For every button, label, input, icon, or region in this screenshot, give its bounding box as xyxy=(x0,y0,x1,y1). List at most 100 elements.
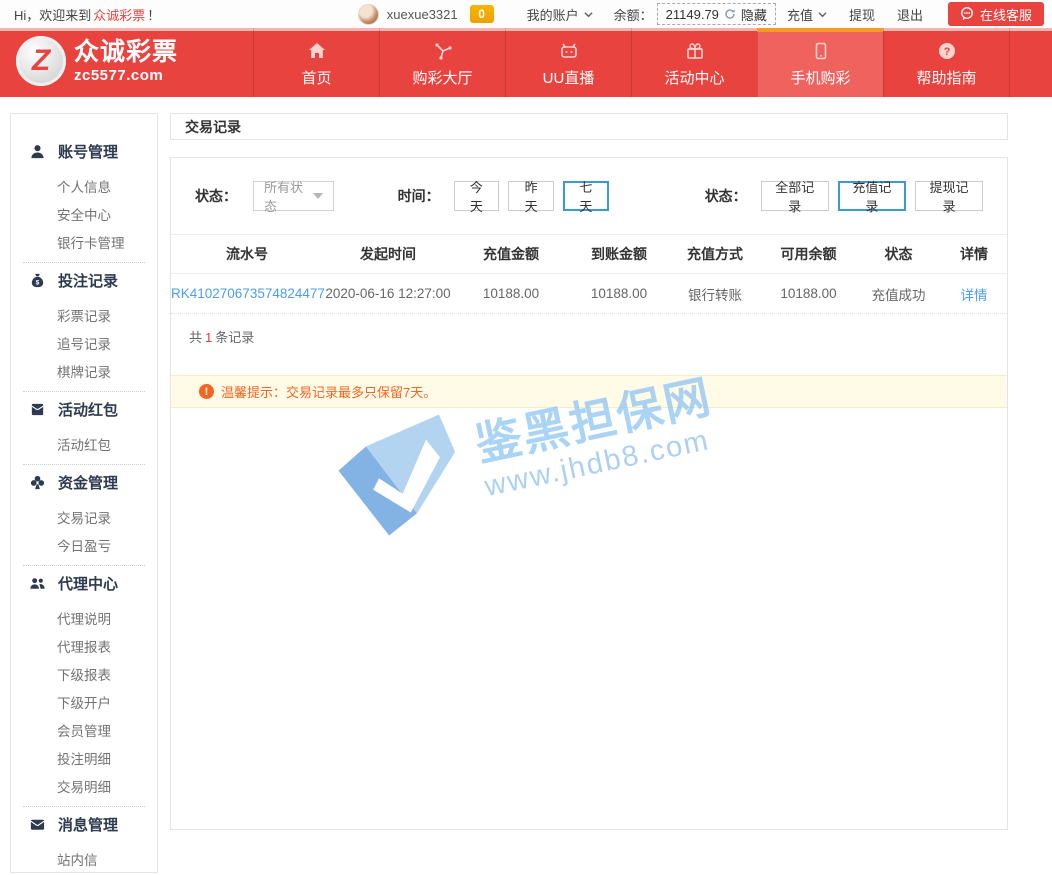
col-amount: 充值金额 xyxy=(453,244,569,264)
recharge-label: 充值 xyxy=(787,5,813,24)
time-today-button[interactable]: 今天 xyxy=(454,181,500,211)
status-dropdown-value: 所有状态 xyxy=(264,177,313,215)
logo-domain: zc5577.com xyxy=(74,68,178,83)
sidebar-section-title: 投注记录 xyxy=(58,270,118,291)
filter-row: 状态： 所有状态 时间： 今天 昨天 七天 状态： 全部记录 充值记录 提现记录 xyxy=(171,181,1007,211)
sidebar-item-chess-records[interactable]: 棋牌记录 xyxy=(11,359,157,387)
sidebar-section-title: 账号管理 xyxy=(58,141,118,162)
sidebar-section-funds: 资金管理 xyxy=(11,468,157,496)
divider xyxy=(23,464,145,465)
sidebar-item-transaction-records[interactable]: 交易记录 xyxy=(11,505,157,533)
nav-item-mobile-lottery[interactable]: 手机购彩 xyxy=(757,28,883,97)
dropdown-arrow-icon xyxy=(313,193,323,199)
sidebar-section-message: 消息管理 xyxy=(11,810,157,838)
live-icon xyxy=(559,41,579,61)
time-filter-label: 时间： xyxy=(398,186,440,206)
sidebar-item-today-profit[interactable]: 今日盈亏 xyxy=(11,533,157,561)
divider xyxy=(23,262,145,263)
status-filter-label: 状态： xyxy=(195,186,237,206)
row-status: 充值成功 xyxy=(856,284,941,304)
online-service-button[interactable]: 在线客服 xyxy=(948,2,1044,26)
withdraw-link[interactable]: 提现 xyxy=(849,5,875,24)
help-icon: ? xyxy=(937,41,957,61)
topbar: Hi，欢迎来到 众诚彩票 ！ xuexue3321 0 我的账户 余额： 211… xyxy=(0,0,1052,28)
recharge-menu[interactable]: 充值 xyxy=(787,5,827,24)
greeting-brand: 众诚彩票 xyxy=(93,5,145,24)
sidebar-item-personal-info[interactable]: 个人信息 xyxy=(11,174,157,202)
time-seven-days-button[interactable]: 七天 xyxy=(563,181,609,211)
username[interactable]: xuexue3321 xyxy=(387,7,458,22)
my-account-menu[interactable]: 我的账户 xyxy=(527,5,593,24)
user-avatar[interactable] xyxy=(358,4,379,25)
divider xyxy=(23,565,145,566)
sidebar-item-lottery-records[interactable]: 彩票记录 xyxy=(11,303,157,331)
sidebar-section-title: 活动红包 xyxy=(58,399,118,420)
sidebar-item-site-mail[interactable]: 站内信 xyxy=(11,847,157,875)
record-count-prefix: 共 xyxy=(189,330,202,345)
type-button-group: 全部记录 充值记录 提现记录 xyxy=(761,181,983,211)
type-withdraw-records-button[interactable]: 提现记录 xyxy=(915,181,983,211)
sidebar-item-bank-card[interactable]: 银行卡管理 xyxy=(11,230,157,258)
sidebar-section-account: 账号管理 xyxy=(11,137,157,165)
site-logo[interactable]: Z 众诚彩票 zc5577.com xyxy=(16,36,178,86)
nav-item-home[interactable]: 首页 xyxy=(253,28,379,97)
online-service-label: 在线客服 xyxy=(980,5,1032,24)
sidebar: 账号管理 个人信息 安全中心 银行卡管理 $ 投注记录 彩票记录 追号记录 棋牌… xyxy=(10,113,158,873)
sidebar-item-member-manage[interactable]: 会员管理 xyxy=(11,718,157,746)
notice-bar: ! 温馨提示：交易记录最多只保留7天。 xyxy=(171,375,1007,408)
sidebar-item-chase-records[interactable]: 追号记录 xyxy=(11,331,157,359)
col-received: 到账金额 xyxy=(569,244,669,264)
col-method: 充值方式 xyxy=(669,244,761,264)
balance-value: 21149.79 xyxy=(666,7,719,22)
record-count-number: 1 xyxy=(205,330,212,345)
type-all-records-button[interactable]: 全部记录 xyxy=(761,181,829,211)
funds-icon xyxy=(29,474,46,491)
sidebar-section-bet-records: $ 投注记录 xyxy=(11,266,157,294)
sidebar-item-subordinate-report[interactable]: 下级报表 xyxy=(11,662,157,690)
col-serial: 流水号 xyxy=(171,244,323,264)
nav-item-uu-live[interactable]: UU直播 xyxy=(505,28,631,97)
record-count-suffix: 条记录 xyxy=(215,330,254,345)
lottery-hall-icon xyxy=(433,41,453,61)
phone-icon xyxy=(811,41,831,61)
sidebar-item-security-center[interactable]: 安全中心 xyxy=(11,202,157,230)
sidebar-item-activity-red-packet[interactable]: 活动红包 xyxy=(11,432,157,460)
sidebar-item-bet-detail[interactable]: 投注明细 xyxy=(11,746,157,774)
divider xyxy=(23,806,145,807)
detail-link[interactable]: 详情 xyxy=(961,288,988,303)
chevron-down-icon xyxy=(584,10,593,19)
warning-icon: ! xyxy=(199,384,214,399)
row-balance: 10188.00 xyxy=(761,286,856,301)
sidebar-item-agent-intro[interactable]: 代理说明 xyxy=(11,606,157,634)
type-recharge-records-button[interactable]: 充值记录 xyxy=(838,181,906,211)
page-title: 交易记录 xyxy=(185,117,241,137)
sidebar-item-agent-report[interactable]: 代理报表 xyxy=(11,634,157,662)
sidebar-item-subordinate-open[interactable]: 下级开户 xyxy=(11,690,157,718)
time-button-group: 今天 昨天 七天 xyxy=(454,181,609,211)
col-status: 状态 xyxy=(856,244,941,264)
balance-label: 余额： xyxy=(614,5,653,24)
row-received: 10188.00 xyxy=(569,286,669,301)
time-yesterday-button[interactable]: 昨天 xyxy=(508,181,554,211)
logo-z-icon: Z xyxy=(16,36,66,86)
greeting: Hi，欢迎来到 众诚彩票 ！ xyxy=(0,5,160,24)
message-count-badge[interactable]: 0 xyxy=(470,5,494,23)
chevron-down-icon xyxy=(818,10,827,19)
greeting-suffix: ！ xyxy=(147,5,160,24)
red-packet-icon xyxy=(29,401,46,418)
sidebar-item-transaction-detail[interactable]: 交易明细 xyxy=(11,774,157,802)
headset-icon xyxy=(960,6,974,23)
nav-label: 手机购彩 xyxy=(790,67,850,88)
logout-link[interactable]: 退出 xyxy=(897,5,923,24)
greeting-prefix: Hi，欢迎来到 xyxy=(14,5,91,24)
refresh-icon[interactable] xyxy=(724,8,736,20)
nav-item-activity-center[interactable]: 活动中心 xyxy=(631,28,757,97)
sidebar-section-agent: 代理中心 xyxy=(11,569,157,597)
status-dropdown[interactable]: 所有状态 xyxy=(253,181,334,211)
hide-balance-button[interactable]: 隐藏 xyxy=(741,5,767,24)
row-amount: 10188.00 xyxy=(453,286,569,301)
nav-item-lottery-hall[interactable]: 购彩大厅 xyxy=(379,28,505,97)
serial-link[interactable]: RK410270673574824477 xyxy=(171,286,325,301)
nav-item-help-guide[interactable]: ? 帮助指南 xyxy=(883,28,1009,97)
table-row: RK410270673574824477 2020-06-16 12:27:00… xyxy=(171,274,1007,314)
